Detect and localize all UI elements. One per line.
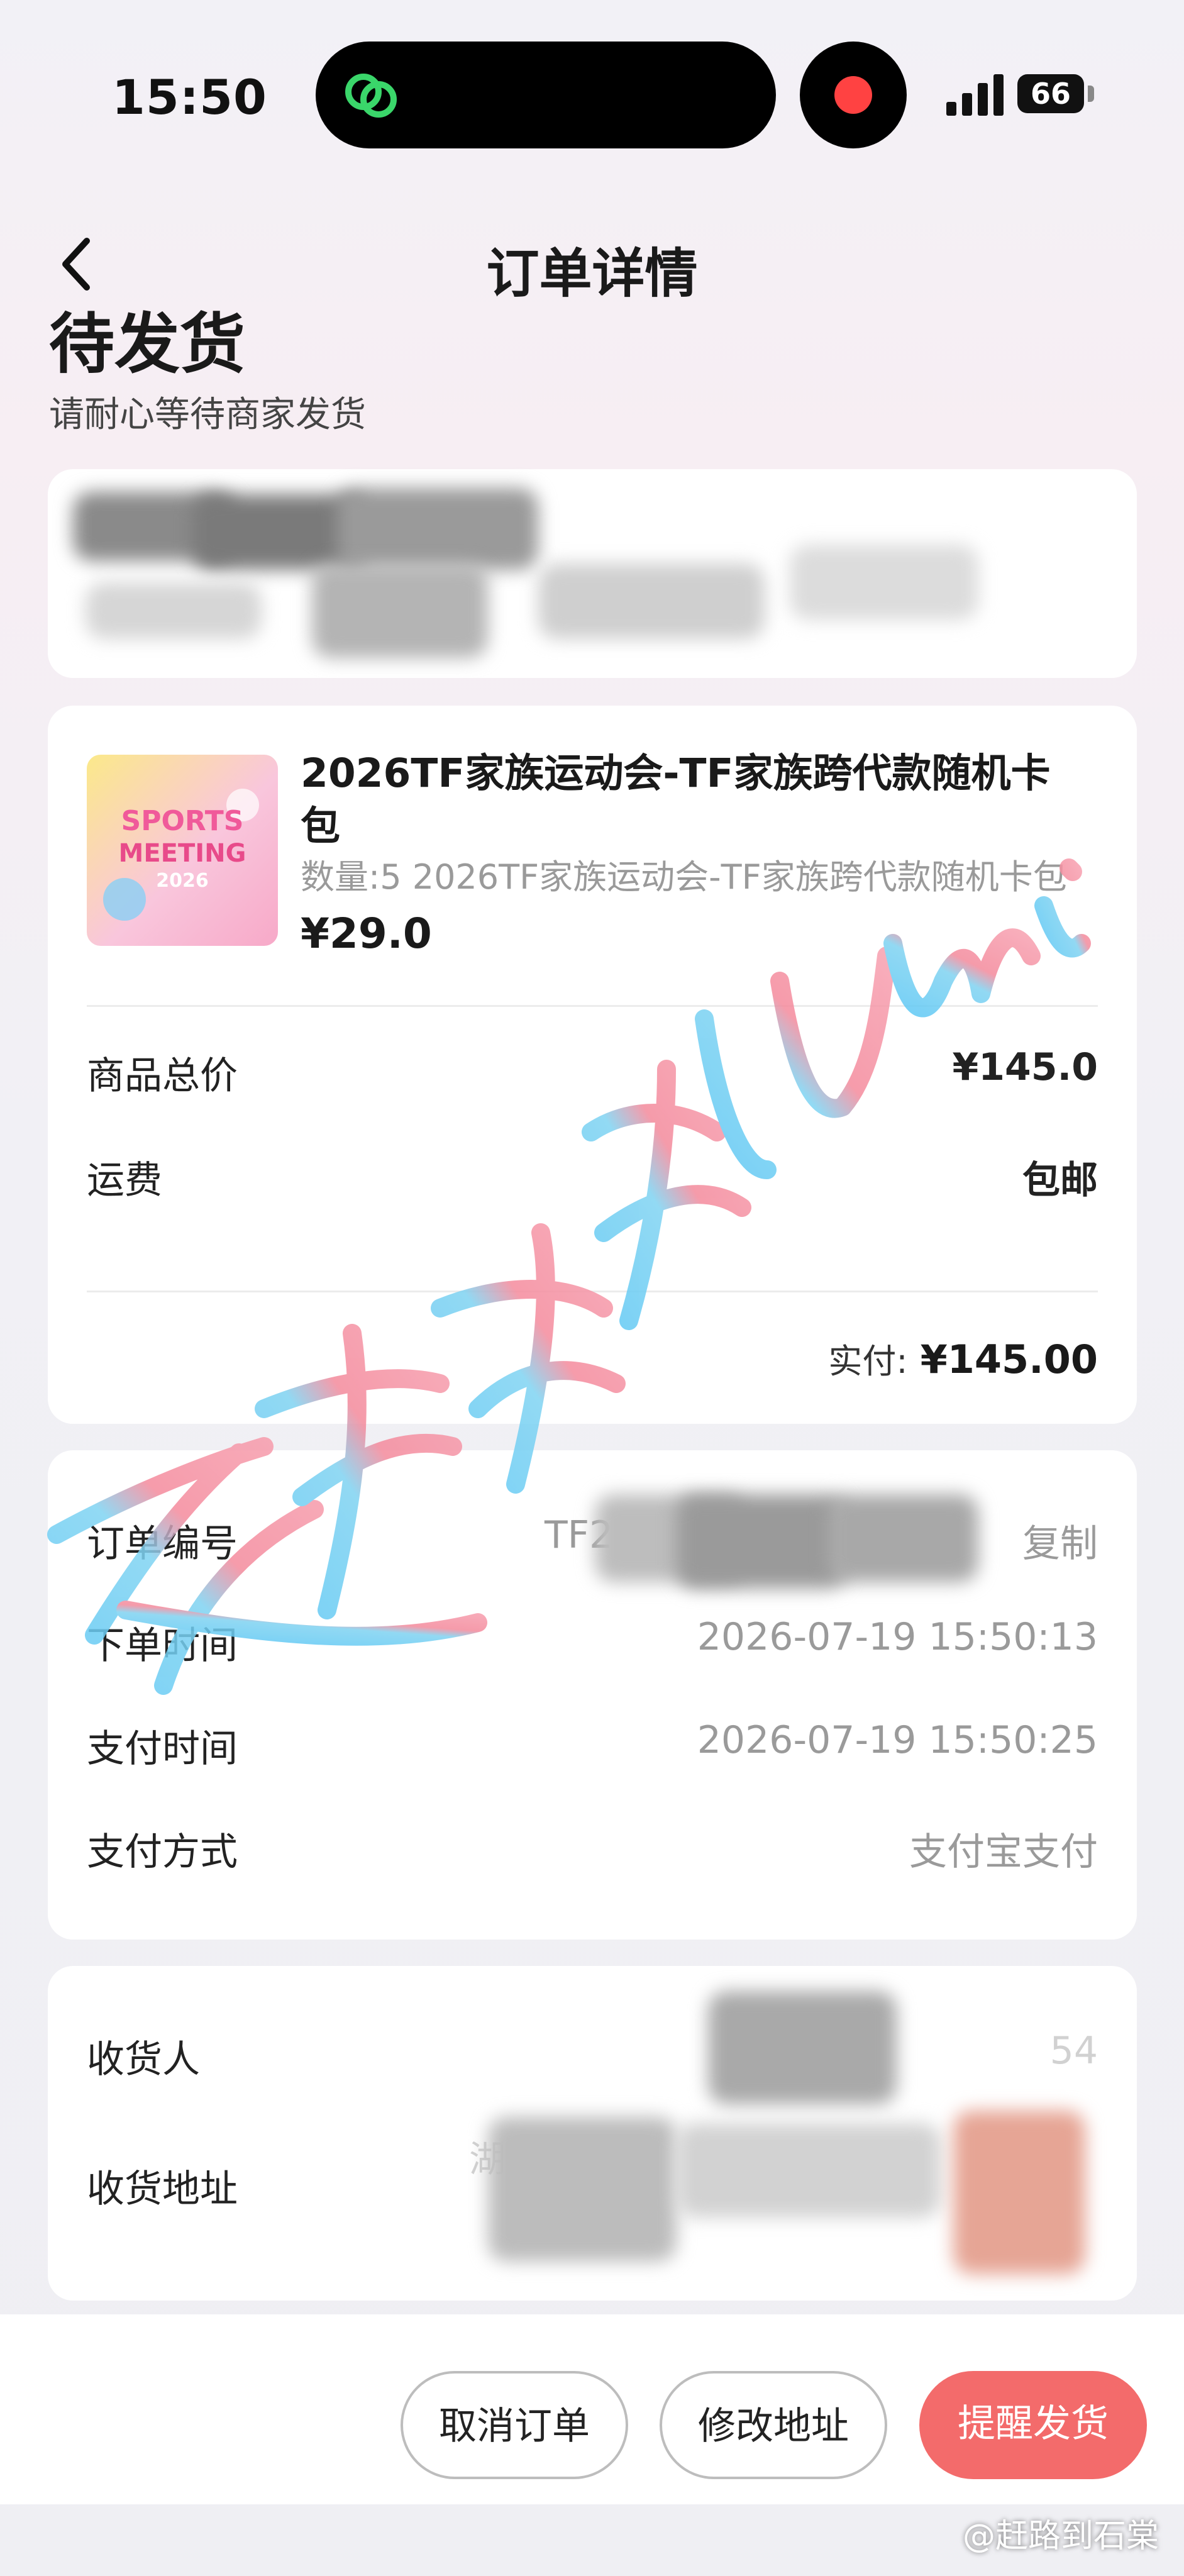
svg-text:2026: 2026 — [156, 870, 209, 892]
product-card: SPORTS MEETING 2026 2026TF家族运动会-TF家族跨代款随… — [48, 706, 1137, 1424]
product-name[interactable]: 2026TF家族运动会-TF家族跨代款随机卡包 — [301, 747, 1068, 853]
order-info-card: 订单编号 TF20 复制 下单时间 2026-07-19 15:50:13 支付… — [48, 1450, 1137, 1940]
order-time-value: 2026-07-19 15:50:13 — [697, 1615, 1098, 1659]
pay-method-value: 支付宝支付 — [909, 1830, 1098, 1874]
product-thumbnail[interactable]: SPORTS MEETING 2026 — [87, 755, 278, 946]
battery-tip — [1088, 86, 1094, 102]
remind-shipping-button[interactable]: 提醒发货 — [919, 2371, 1147, 2479]
signal-icon — [946, 74, 1004, 116]
order-status-title: 待发货 — [49, 306, 246, 382]
copy-button[interactable]: 复制 — [1022, 1513, 1098, 1568]
watermark-credit: @赶路到石棠 — [962, 2518, 1159, 2555]
battery-icon: 66 — [1017, 74, 1084, 113]
cancel-order-button[interactable]: 取消订单 — [401, 2371, 628, 2479]
svg-text:MEETING: MEETING — [119, 839, 246, 868]
product-price: ¥29.0 — [301, 909, 432, 958]
receiver-value: 54 — [1049, 2029, 1098, 2073]
goods-total-value: ¥145.0 — [952, 1045, 1098, 1089]
shipping-value: 包邮 — [1022, 1158, 1098, 1202]
divider — [87, 1291, 1098, 1292]
paid-label: 实付: — [828, 1341, 908, 1381]
edit-address-button[interactable]: 修改地址 — [660, 2371, 887, 2479]
order-status-subtitle: 请耐心等待商家发货 — [49, 394, 366, 435]
paid-value: ¥145.00 — [920, 1336, 1098, 1382]
shipping-label: 运费 — [87, 1158, 162, 1202]
screen-record-indicator — [800, 42, 907, 148]
address-label: 收货地址 — [87, 2167, 238, 2211]
paid-amount-row: 实付: ¥145.00 — [828, 1333, 1098, 1383]
order-number-label: 订单编号 — [87, 1522, 238, 1566]
product-image: SPORTS MEETING 2026 — [87, 755, 278, 946]
status-time: 15:50 — [112, 69, 267, 125]
dynamic-island — [316, 42, 776, 148]
bottom-action-bar: 取消订单 修改地址 提醒发货 — [0, 2314, 1184, 2504]
goods-total-label: 商品总价 — [87, 1054, 238, 1098]
logistics-card-redacted[interactable] — [48, 469, 1137, 678]
product-spec: 数量:5 2026TF家族运动会-TF家族跨代款随机卡包 — [301, 857, 1067, 897]
pay-time-label: 支付时间 — [87, 1727, 238, 1771]
pay-method-label: 支付方式 — [87, 1830, 238, 1874]
divider — [87, 1005, 1098, 1007]
order-time-label: 下单时间 — [87, 1624, 238, 1668]
pay-time-value: 2026-07-19 15:50:25 — [697, 1718, 1098, 1762]
address-card: 收货人 54 收货地址 湖南省 — [48, 1966, 1137, 2301]
svg-text:SPORTS: SPORTS — [121, 805, 244, 837]
link-app-icon — [345, 74, 397, 118]
receiver-label: 收货人 — [87, 2038, 200, 2082]
record-dot-icon — [834, 76, 872, 114]
